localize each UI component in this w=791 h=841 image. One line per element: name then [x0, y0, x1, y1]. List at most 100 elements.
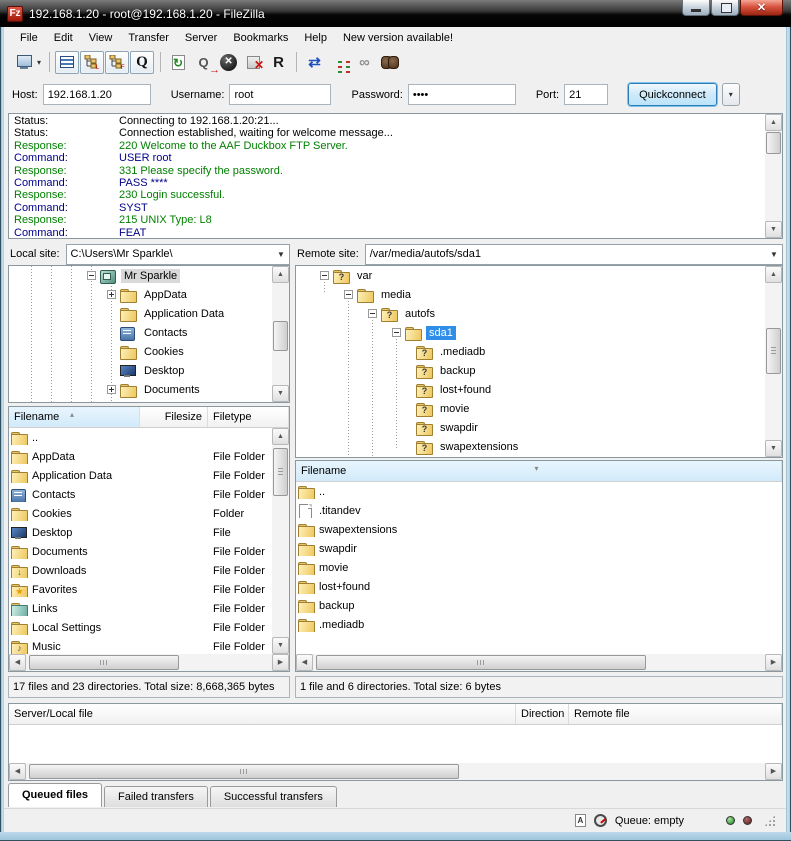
- tree-item[interactable]: Application Data: [9, 304, 272, 323]
- expander-icon[interactable]: [392, 328, 401, 337]
- expander-icon[interactable]: [368, 309, 377, 318]
- file-row[interactable]: Contacts File Folder: [9, 485, 272, 504]
- scrollbar-thumb[interactable]: [273, 448, 288, 496]
- refresh-button[interactable]: [166, 50, 191, 74]
- search-button[interactable]: [377, 50, 402, 74]
- file-row[interactable]: Music File Folder: [9, 637, 272, 654]
- queue-tab[interactable]: Failed transfers: [104, 786, 208, 807]
- tree-item[interactable]: Downloads: [9, 399, 272, 402]
- menu-item[interactable]: File: [12, 29, 46, 47]
- tree-item[interactable]: Documents: [9, 380, 272, 399]
- toggle-remote-tree-button[interactable]: F: [105, 51, 129, 74]
- queue-tab[interactable]: Queued files: [8, 783, 102, 807]
- tree-item[interactable]: sda1: [296, 323, 765, 342]
- tree-item[interactable]: swapextensions: [296, 437, 765, 456]
- disconnect-button[interactable]: [241, 50, 266, 74]
- remote-tree-scrollbar[interactable]: ▲ ▼: [765, 266, 782, 457]
- speed-limit-icon[interactable]: [594, 814, 607, 827]
- file-row[interactable]: backup: [296, 596, 782, 615]
- menu-item[interactable]: Transfer: [120, 29, 177, 47]
- file-row[interactable]: Cookies Folder: [9, 504, 272, 523]
- toggle-message-log-button[interactable]: [55, 51, 79, 74]
- tree-item[interactable]: swapdir: [296, 418, 765, 437]
- remote-site-combo[interactable]: /var/media/autofs/sda1 ▼: [365, 244, 783, 265]
- tree-item[interactable]: movie: [296, 399, 765, 418]
- menu-item[interactable]: Help: [296, 29, 335, 47]
- expander-icon[interactable]: [107, 385, 116, 394]
- scroll-up-icon[interactable]: ▲: [765, 266, 782, 283]
- file-row[interactable]: swapextensions: [296, 520, 782, 539]
- minimize-button[interactable]: [682, 0, 710, 16]
- file-row[interactable]: .titandev: [296, 501, 782, 520]
- file-row[interactable]: movie: [296, 558, 782, 577]
- expander-icon[interactable]: [320, 271, 329, 280]
- column-header-server-local-file[interactable]: Server/Local file: [9, 704, 516, 724]
- chevron-down-icon[interactable]: ▼: [273, 250, 289, 259]
- cancel-operation-button[interactable]: [216, 50, 241, 74]
- chevron-down-icon[interactable]: ▼: [766, 250, 782, 259]
- scrollbar-thumb[interactable]: [273, 321, 288, 351]
- queue-hscrollbar[interactable]: ◀ ▶: [9, 763, 782, 780]
- site-manager-button[interactable]: [11, 50, 36, 74]
- tree-item[interactable]: Contacts: [9, 323, 272, 342]
- tree-item[interactable]: autofs: [296, 304, 765, 323]
- column-header-filename[interactable]: Filename: [296, 461, 782, 481]
- tree-item[interactable]: backup: [296, 361, 765, 380]
- quickconnect-dropdown[interactable]: ▾: [722, 83, 740, 106]
- scroll-up-icon[interactable]: ▲: [272, 266, 289, 283]
- close-button[interactable]: [740, 0, 783, 16]
- toggle-queue-button[interactable]: [130, 51, 154, 74]
- port-input[interactable]: [564, 84, 608, 105]
- maximize-button[interactable]: [711, 0, 739, 16]
- menu-item[interactable]: Edit: [46, 29, 81, 47]
- scroll-down-icon[interactable]: ▼: [272, 637, 289, 654]
- file-row[interactable]: ..: [9, 428, 272, 447]
- username-input[interactable]: [229, 84, 331, 105]
- scroll-right-icon[interactable]: ▶: [765, 654, 782, 671]
- tree-item[interactable]: var: [296, 266, 765, 285]
- scroll-up-icon[interactable]: ▲: [272, 428, 289, 445]
- expander-icon[interactable]: [107, 290, 116, 299]
- scrollbar-thumb[interactable]: [766, 132, 781, 154]
- password-input[interactable]: [408, 84, 516, 105]
- scrollbar-thumb[interactable]: [29, 764, 459, 779]
- file-row[interactable]: ..: [296, 482, 782, 501]
- scroll-left-icon[interactable]: ◀: [9, 763, 26, 780]
- host-input[interactable]: [43, 84, 151, 105]
- file-row[interactable]: AppData File Folder: [9, 447, 272, 466]
- file-row[interactable]: swapdir: [296, 539, 782, 558]
- scroll-down-icon[interactable]: ▼: [272, 385, 289, 402]
- data-type-icon[interactable]: [575, 814, 586, 827]
- local-list-hscrollbar[interactable]: ◀ ▶: [9, 654, 289, 671]
- file-row[interactable]: Desktop File: [9, 523, 272, 542]
- file-row[interactable]: Application Data File Folder: [9, 466, 272, 485]
- tree-item[interactable]: Mr Sparkle: [9, 266, 272, 285]
- file-row[interactable]: .mediadb: [296, 615, 782, 634]
- scrollbar-thumb[interactable]: [29, 655, 179, 670]
- remote-list-hscrollbar[interactable]: ◀ ▶: [296, 654, 782, 671]
- expander-icon[interactable]: [87, 271, 96, 280]
- tree-item[interactable]: dvd: [296, 456, 765, 457]
- queue-tab[interactable]: Successful transfers: [210, 786, 337, 807]
- scroll-left-icon[interactable]: ◀: [296, 654, 313, 671]
- tree-item[interactable]: .mediadb: [296, 342, 765, 361]
- directory-comparison-button[interactable]: [327, 50, 352, 74]
- tree-item[interactable]: media: [296, 285, 765, 304]
- scroll-right-icon[interactable]: ▶: [765, 763, 782, 780]
- tree-item[interactable]: Desktop: [9, 361, 272, 380]
- file-row[interactable]: Documents File Folder: [9, 542, 272, 561]
- local-tree-scrollbar[interactable]: ▲ ▼: [272, 266, 289, 402]
- scroll-left-icon[interactable]: ◀: [9, 654, 26, 671]
- column-header-filename[interactable]: Filename: [9, 407, 140, 427]
- toggle-local-tree-button[interactable]: L: [80, 51, 104, 74]
- file-row[interactable]: Favorites File Folder: [9, 580, 272, 599]
- column-header-remote-file[interactable]: Remote file: [569, 704, 782, 724]
- menu-item[interactable]: View: [81, 29, 121, 47]
- tree-item[interactable]: AppData: [9, 285, 272, 304]
- menu-item[interactable]: New version available!: [335, 29, 461, 47]
- local-list-scrollbar[interactable]: ▲ ▼: [272, 428, 289, 654]
- process-queue-button[interactable]: [191, 50, 216, 74]
- file-row[interactable]: Links File Folder: [9, 599, 272, 618]
- scroll-right-icon[interactable]: ▶: [272, 654, 289, 671]
- scroll-down-icon[interactable]: ▼: [765, 440, 782, 457]
